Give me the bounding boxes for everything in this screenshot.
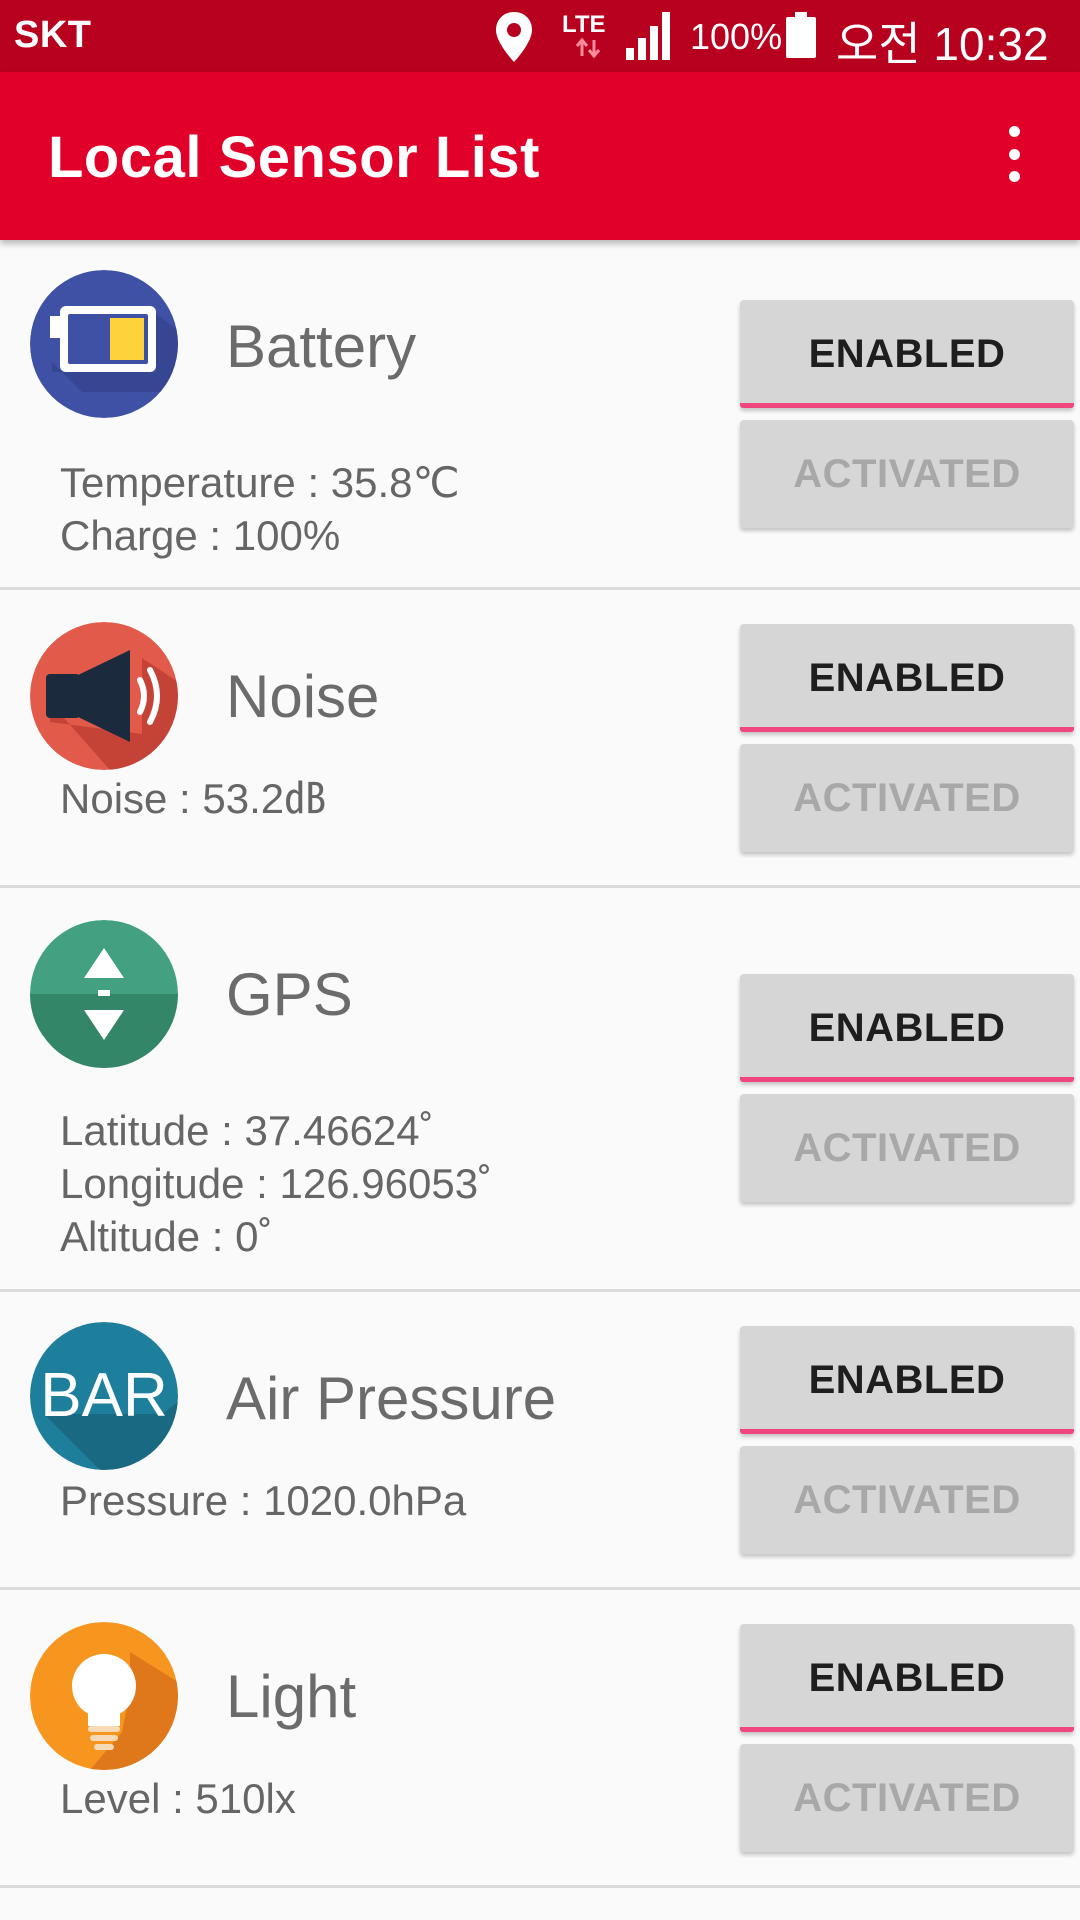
reading-line: Level : 510lx [60, 1775, 296, 1822]
sensor-readings: Noise : 53.2㏈ [60, 772, 326, 825]
sensor-row-light: Light Level : 510lx ENABLED ACTIVATED [0, 1590, 1080, 1888]
dot-icon [1008, 148, 1020, 160]
sensor-name: Air Pressure [226, 1365, 557, 1432]
activated-button[interactable]: ACTIVATED [740, 420, 1074, 528]
carrier-label: SKT [14, 14, 92, 56]
battery-icon [30, 270, 178, 418]
signal-strength-icon [626, 12, 670, 60]
page-title: Local Sensor List [48, 125, 540, 190]
enabled-button[interactable]: ENABLED [740, 974, 1074, 1082]
sensor-name: Light [226, 1663, 357, 1730]
bar-icon: BAR [30, 1322, 178, 1470]
network-type-label: LTE [562, 11, 606, 38]
reading-line: Noise : 53.2㏈ [60, 775, 327, 822]
reading-line: Latitude : 37.46624˚ [60, 1107, 434, 1154]
activated-button[interactable]: ACTIVATED [740, 1446, 1074, 1554]
sensor-readings: Latitude : 37.46624˚ Longitude : 126.960… [60, 1104, 492, 1263]
activated-button[interactable]: ACTIVATED [740, 1094, 1074, 1202]
battery-percent: 100% [690, 16, 783, 57]
sensor-name: Battery [226, 313, 417, 380]
sensor-row-gps: GPS Latitude : 37.46624˚ Longitude : 126… [0, 888, 1080, 1292]
bar-icon-text: BAR [40, 1361, 167, 1430]
sensor-readings: Pressure : 1020.0hPa [60, 1474, 466, 1527]
battery-status-icon [786, 12, 816, 58]
enabled-button[interactable]: ENABLED [740, 1326, 1074, 1434]
dot-icon [1008, 171, 1020, 182]
dot-icon [1008, 126, 1020, 137]
sensor-row-air-pressure: BAR Air Pressure Pressure : 1020.0hPa EN… [0, 1292, 1080, 1590]
status-bar: SKT LTE 100% 오전 10:32 [0, 0, 1080, 72]
speaker-icon [30, 622, 178, 770]
enabled-button[interactable]: ENABLED [740, 624, 1074, 732]
reading-line: Altitude : 0˚ [60, 1213, 273, 1260]
sensor-name: Noise [226, 663, 380, 730]
sensor-name: GPS [226, 961, 353, 1028]
lightbulb-icon [30, 1622, 178, 1770]
enabled-button[interactable]: ENABLED [740, 300, 1074, 408]
location-icon [496, 12, 532, 62]
sensor-row-battery: Battery Temperature : 35.8℃ Charge : 100… [0, 240, 1080, 590]
activated-button[interactable]: ACTIVATED [740, 1744, 1074, 1852]
sensor-row-noise: Noise Noise : 53.2㏈ ENABLED ACTIVATED [0, 590, 1080, 888]
reading-line: Temperature : 35.8℃ [60, 459, 460, 506]
sensor-readings: Level : 510lx [60, 1772, 296, 1825]
overflow-menu-button[interactable] [1000, 126, 1028, 182]
activated-button[interactable]: ACTIVATED [740, 744, 1074, 852]
reading-line: Charge : 100% [60, 512, 341, 559]
gps-icon [30, 920, 178, 1068]
reading-line: Pressure : 1020.0hPa [60, 1477, 467, 1524]
clock: 오전 10:32 [836, 18, 1049, 70]
enabled-button[interactable]: ENABLED [740, 1624, 1074, 1732]
app-bar: Local Sensor List [0, 72, 1080, 240]
reading-line: Longitude : 126.96053˚ [60, 1160, 493, 1207]
sensor-readings: Temperature : 35.8℃ Charge : 100% [60, 456, 460, 562]
lte-data-icon: LTE [562, 11, 606, 59]
